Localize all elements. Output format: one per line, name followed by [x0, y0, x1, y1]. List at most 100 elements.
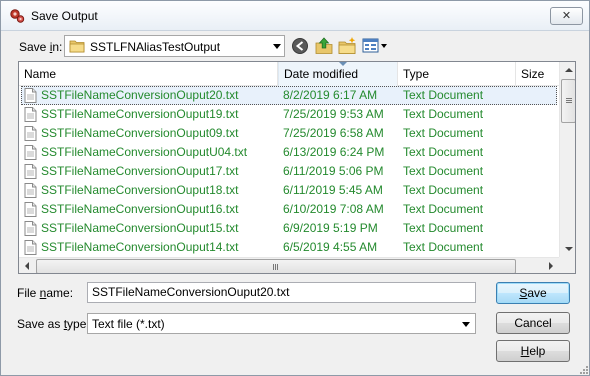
- file-name-cell: SSTFileNameConversionOuput20.txt: [41, 88, 239, 102]
- horizontal-scroll-thumb[interactable]: [36, 259, 516, 273]
- resize-grip-icon[interactable]: [577, 363, 589, 375]
- file-name-input[interactable]: SSTFileNameConversionOuput20.txt: [87, 282, 476, 303]
- column-header-row: Name Date modified Type Size: [19, 62, 559, 86]
- grip-line: [275, 264, 276, 270]
- save-in-value: SSTLFNAliasTestOutput: [90, 40, 221, 54]
- scroll-down-icon: [565, 247, 573, 251]
- close-icon: ✕: [561, 9, 572, 22]
- file-type-cell: Text Document: [403, 164, 484, 178]
- new-folder-icon[interactable]: [337, 36, 357, 56]
- file-type-cell: Text Document: [403, 240, 484, 254]
- save-output-dialog: Save Output ✕ Save in: SSTLFNAliasTestOu…: [0, 0, 590, 376]
- help-button-rest: elp: [529, 344, 546, 358]
- grip-line: [277, 264, 278, 270]
- save-as-type-value: Text file (*.txt): [92, 317, 165, 331]
- file-row[interactable]: SSTFileNameConversionOuputU04.txt 6/13/20…: [19, 143, 559, 162]
- column-type-label: Type: [403, 67, 430, 81]
- column-header-type[interactable]: Type: [398, 62, 516, 86]
- file-date-cell: 6/11/2019 5:45 AM: [283, 183, 383, 197]
- column-size-label: Size: [521, 67, 545, 81]
- grip-line: [566, 100, 572, 101]
- file-name-cell: SSTFileNameConversionOuput17.txt: [41, 164, 239, 178]
- text-file-icon: [24, 88, 37, 103]
- file-date-cell: 7/25/2019 6:58 AM: [283, 126, 384, 140]
- save-in-dropdown[interactable]: SSTLFNAliasTestOutput: [64, 35, 285, 57]
- up-folder-icon[interactable]: [314, 36, 334, 56]
- file-list[interactable]: Name Date modified Type Size SSTFileName…: [18, 61, 576, 274]
- grip-line: [273, 264, 274, 270]
- file-date-cell: 8/2/2019 6:17 AM: [283, 88, 378, 102]
- column-header-name[interactable]: Name: [19, 62, 278, 86]
- save-as-type-dropdown[interactable]: Text file (*.txt): [87, 313, 476, 334]
- file-row[interactable]: SSTFileNameConversionOuput14.txt 6/5/2019…: [19, 238, 559, 257]
- text-file-icon: [24, 126, 37, 141]
- file-type-cell: Text Document: [403, 107, 484, 121]
- column-header-date[interactable]: Date modified: [278, 62, 398, 86]
- file-row[interactable]: SSTFileNameConversionOuput09.txt 7/25/201…: [19, 124, 559, 143]
- scrollbar-corner: [559, 257, 575, 273]
- chevron-down-icon: [273, 44, 281, 49]
- save-button[interactable]: Save: [496, 282, 570, 304]
- chevron-down-icon: [462, 322, 470, 327]
- horizontal-scrollbar[interactable]: [19, 257, 559, 273]
- file-type-cell: Text Document: [403, 202, 484, 216]
- text-file-icon: [24, 145, 37, 160]
- scroll-down-button[interactable]: [560, 240, 575, 257]
- grip-line: [566, 102, 572, 103]
- file-name-label: File name:: [17, 286, 73, 300]
- file-name-cell: SSTFileNameConversionOuput14.txt: [41, 240, 239, 254]
- title-bar[interactable]: Save Output ✕: [1, 1, 589, 31]
- file-date-cell: 6/10/2019 7:08 AM: [283, 202, 384, 216]
- save-in-label-pre: Save: [19, 40, 50, 54]
- vertical-scroll-thumb[interactable]: [561, 79, 575, 123]
- file-row[interactable]: SSTFileNameConversionOuput20.txt 8/2/2019…: [19, 86, 559, 105]
- file-row[interactable]: SSTFileNameConversionOuput16.txt 6/10/201…: [19, 200, 559, 219]
- close-button[interactable]: ✕: [550, 7, 583, 25]
- file-row[interactable]: SSTFileNameConversionOuput19.txt 7/25/201…: [19, 105, 559, 124]
- folder-icon: [69, 40, 85, 53]
- scroll-right-icon: [549, 262, 553, 270]
- column-header-size[interactable]: Size: [516, 62, 559, 86]
- file-name-cell: SSTFileNameConversionOuput16.txt: [41, 202, 239, 216]
- text-file-icon: [24, 107, 37, 122]
- back-icon[interactable]: [290, 36, 310, 56]
- scroll-left-button[interactable]: [19, 258, 36, 273]
- text-file-icon: [24, 164, 37, 179]
- file-type-cell: Text Document: [403, 88, 484, 102]
- file-row[interactable]: SSTFileNameConversionOuput15.txt 6/9/2019…: [19, 219, 559, 238]
- scroll-up-icon: [565, 68, 573, 72]
- file-name-cell: SSTFileNameConversionOuputU04.txt: [41, 145, 248, 159]
- cancel-button[interactable]: Cancel: [496, 312, 570, 334]
- file-row[interactable]: SSTFileNameConversionOuput18.txt 6/11/201…: [19, 181, 559, 200]
- file-name-cell: SSTFileNameConversionOuput18.txt: [41, 183, 239, 197]
- file-name-label-post: ame:: [46, 286, 74, 300]
- sort-descending-icon: [339, 62, 347, 66]
- file-name-cell: SSTFileNameConversionOuput09.txt: [41, 126, 239, 140]
- file-type-cell: Text Document: [403, 145, 484, 159]
- column-name-label: Name: [24, 67, 57, 81]
- file-date-cell: 6/11/2019 5:06 PM: [283, 164, 384, 178]
- save-in-label-post: n:: [52, 40, 63, 54]
- save-as-type-label-pre: Save as: [17, 317, 64, 331]
- file-name-cell: SSTFileNameConversionOuput19.txt: [41, 107, 239, 121]
- window-title: Save Output: [31, 9, 98, 23]
- file-type-cell: Text Document: [403, 221, 484, 235]
- text-file-icon: [24, 240, 37, 255]
- scroll-right-button[interactable]: [542, 258, 559, 273]
- text-file-icon: [24, 202, 37, 217]
- file-name-label-pre: File: [17, 286, 40, 300]
- file-date-cell: 6/13/2019 6:24 PM: [283, 145, 385, 159]
- scroll-up-button[interactable]: [560, 62, 575, 79]
- vertical-scrollbar[interactable]: [559, 62, 575, 257]
- text-file-icon: [24, 221, 37, 236]
- file-type-cell: Text Document: [403, 183, 484, 197]
- file-rows: SSTFileNameConversionOuput20.txt 8/2/2019…: [19, 86, 559, 257]
- grip-line: [566, 98, 572, 99]
- text-file-icon: [24, 183, 37, 198]
- file-row[interactable]: SSTFileNameConversionOuput17.txt 6/11/201…: [19, 162, 559, 181]
- app-gear-icon: [10, 9, 25, 23]
- views-menu-icon[interactable]: [361, 36, 389, 56]
- save-button-rest: ave: [527, 286, 547, 300]
- save-as-type-label: Save as type:: [17, 317, 90, 331]
- help-button[interactable]: Help: [496, 340, 570, 362]
